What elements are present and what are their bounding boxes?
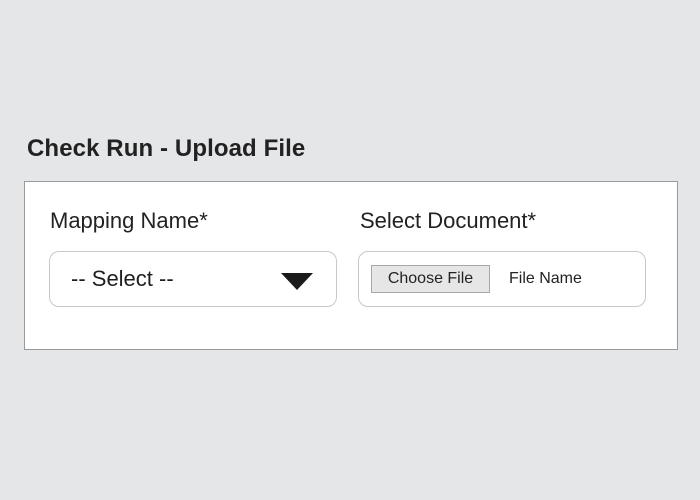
chevron-down-icon	[281, 273, 313, 290]
select-document-label: Select Document*	[360, 208, 537, 233]
file-name-text: File Name	[509, 270, 582, 287]
upload-form-panel: Mapping Name* -- Select -- Select Docume…	[24, 181, 678, 350]
mapping-name-label: Mapping Name*	[50, 208, 208, 233]
file-upload-field: Choose File File Name	[358, 251, 646, 307]
mapping-name-select[interactable]: -- Select --	[49, 251, 337, 307]
choose-file-button[interactable]: Choose File	[371, 265, 490, 293]
page-title: Check Run - Upload File	[27, 135, 306, 162]
mapping-name-selected-value: -- Select --	[71, 266, 174, 291]
